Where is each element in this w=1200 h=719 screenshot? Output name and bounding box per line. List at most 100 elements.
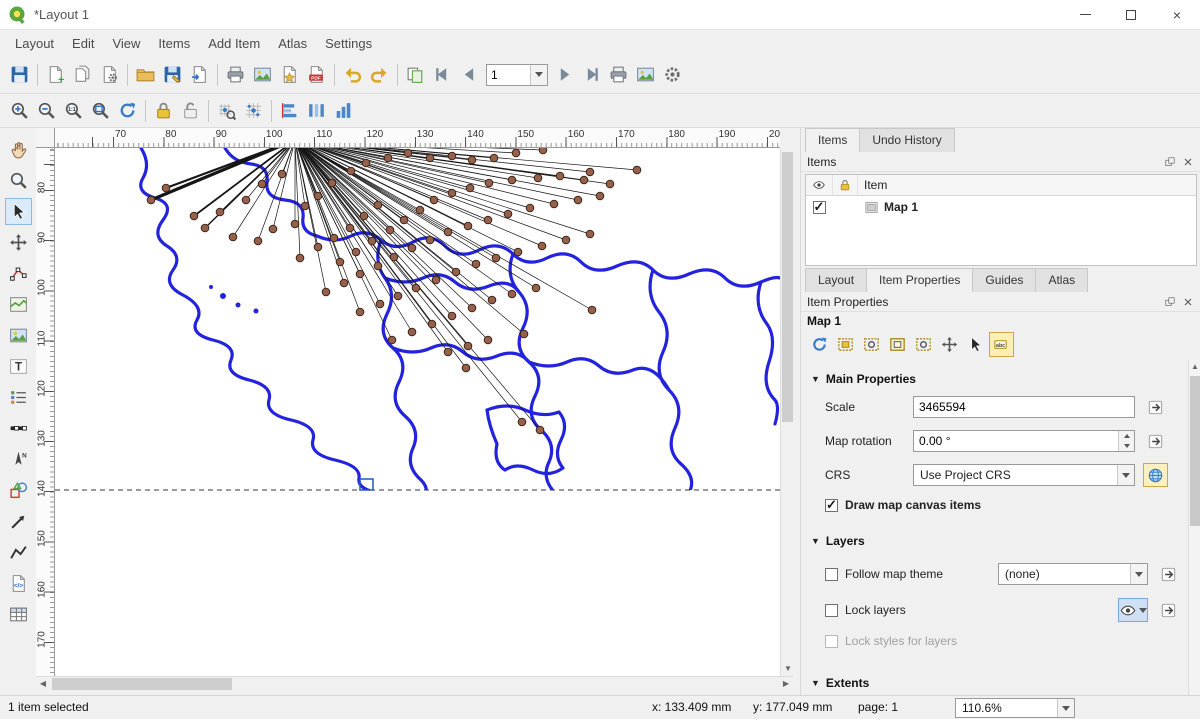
close-button[interactable]: × bbox=[1154, 0, 1200, 29]
last-feature-button[interactable] bbox=[578, 61, 605, 88]
lock-styles-checkbox[interactable] bbox=[825, 635, 838, 648]
add-attribute-table-button[interactable] bbox=[5, 601, 32, 628]
scrollbar-thumb[interactable] bbox=[1190, 376, 1200, 526]
zoom-tool-button[interactable] bbox=[5, 167, 32, 194]
update-map-preview-button[interactable] bbox=[807, 332, 832, 357]
export-as-pdf-button[interactable]: PDF bbox=[303, 61, 330, 88]
items-list-row[interactable]: Map 1 bbox=[806, 196, 1196, 218]
canvas-horizontal-scrollbar[interactable]: ◀ ▶ bbox=[36, 676, 793, 690]
close-panel-button[interactable] bbox=[1180, 294, 1196, 310]
move-map-content-button[interactable] bbox=[937, 332, 962, 357]
dock-tab-undo-history[interactable]: Undo History bbox=[859, 128, 954, 152]
export-as-svg-button[interactable] bbox=[276, 61, 303, 88]
menu-layout[interactable]: Layout bbox=[6, 32, 63, 55]
add-items-from-template-button[interactable] bbox=[132, 61, 159, 88]
add-html-button[interactable]: </> bbox=[5, 570, 32, 597]
add-map-button[interactable] bbox=[5, 291, 32, 318]
minimize-button[interactable] bbox=[1062, 0, 1108, 29]
map-item[interactable] bbox=[55, 148, 780, 676]
export-as-image-button[interactable] bbox=[249, 61, 276, 88]
refresh-view-button[interactable] bbox=[114, 97, 141, 124]
spin-down-button[interactable] bbox=[1119, 441, 1134, 451]
select-crs-button[interactable] bbox=[1143, 463, 1168, 487]
atlas-page-input[interactable] bbox=[487, 68, 530, 82]
save-as-template-button[interactable] bbox=[159, 61, 186, 88]
set-map-canvas-extent-button[interactable] bbox=[833, 332, 858, 357]
scrollbar-thumb[interactable] bbox=[782, 152, 793, 422]
labeling-settings-button[interactable]: abc bbox=[989, 332, 1014, 357]
save-project-button[interactable] bbox=[6, 61, 33, 88]
scale-input[interactable] bbox=[913, 396, 1135, 418]
scroll-up-icon[interactable]: ▲ bbox=[1188, 360, 1200, 374]
visibility-presets-button[interactable] bbox=[1118, 598, 1148, 622]
add-node-item-button[interactable] bbox=[5, 539, 32, 566]
menu-settings[interactable]: Settings bbox=[316, 32, 381, 55]
atlas-settings-button[interactable] bbox=[659, 61, 686, 88]
float-panel-button[interactable] bbox=[1162, 294, 1178, 310]
resize-items-button[interactable] bbox=[330, 97, 357, 124]
layout-canvas[interactable] bbox=[55, 148, 780, 676]
edit-nodes-item-button[interactable] bbox=[5, 260, 32, 287]
scroll-down-icon[interactable]: ▼ bbox=[781, 662, 795, 676]
scroll-right-icon[interactable]: ▶ bbox=[779, 677, 793, 691]
zoom-out-button[interactable] bbox=[33, 97, 60, 124]
select-move-item-button[interactable] bbox=[5, 198, 32, 225]
new-layout-button[interactable]: + bbox=[42, 61, 69, 88]
close-panel-button[interactable] bbox=[1180, 154, 1196, 170]
load-from-template-button[interactable] bbox=[186, 61, 213, 88]
align-items-button[interactable] bbox=[276, 97, 303, 124]
menu-items[interactable]: Items bbox=[149, 32, 199, 55]
maximize-button[interactable] bbox=[1108, 0, 1154, 29]
zoom-full-button[interactable] bbox=[87, 97, 114, 124]
item-visibility-checkbox[interactable] bbox=[813, 201, 826, 214]
properties-scrollbar[interactable]: ▲ bbox=[1188, 360, 1200, 695]
map-theme-combobox[interactable]: (none) bbox=[998, 563, 1148, 585]
section-layers[interactable]: ▼ Layers bbox=[811, 534, 1189, 548]
crs-combobox[interactable]: Use Project CRS bbox=[913, 464, 1135, 486]
interactively-edit-extent-button[interactable] bbox=[963, 332, 988, 357]
print-layout-button[interactable] bbox=[222, 61, 249, 88]
canvas-vertical-scrollbar[interactable]: ▼ bbox=[780, 148, 793, 676]
rotation-data-defined-button[interactable] bbox=[1143, 429, 1168, 453]
first-feature-button[interactable] bbox=[429, 61, 456, 88]
menu-edit[interactable]: Edit bbox=[63, 32, 103, 55]
previous-feature-button[interactable] bbox=[456, 61, 483, 88]
add-scalebar-button[interactable] bbox=[5, 415, 32, 442]
scrollbar-thumb[interactable] bbox=[52, 678, 232, 690]
add-north-arrow-button[interactable]: N bbox=[5, 446, 32, 473]
add-shape-button[interactable] bbox=[5, 477, 32, 504]
dock-tab-items[interactable]: Items bbox=[805, 128, 860, 152]
map-rotation-input[interactable] bbox=[914, 431, 1118, 451]
add-arrow-button[interactable] bbox=[5, 508, 32, 535]
lock-items-button[interactable] bbox=[150, 97, 177, 124]
section-main-properties[interactable]: ▼ Main Properties bbox=[811, 372, 1189, 386]
tab-item-properties[interactable]: Item Properties bbox=[866, 268, 973, 292]
add-legend-button[interactable] bbox=[5, 384, 32, 411]
float-panel-button[interactable] bbox=[1162, 154, 1178, 170]
scroll-left-icon[interactable]: ◀ bbox=[36, 677, 50, 691]
undo-button[interactable] bbox=[339, 61, 366, 88]
theme-data-defined-button[interactable] bbox=[1156, 562, 1181, 586]
show-grid-button[interactable] bbox=[213, 97, 240, 124]
zoom-level-combobox[interactable]: 110.6% bbox=[955, 698, 1075, 718]
move-item-content-button[interactable] bbox=[5, 229, 32, 256]
atlas-page-combo[interactable] bbox=[486, 64, 548, 86]
print-atlas-button[interactable] bbox=[605, 61, 632, 88]
tab-layout[interactable]: Layout bbox=[805, 268, 867, 292]
pan-tool-button[interactable] bbox=[5, 136, 32, 163]
zoom-in-button[interactable] bbox=[6, 97, 33, 124]
snap-to-grid-button[interactable] bbox=[240, 97, 267, 124]
add-label-button[interactable]: T bbox=[5, 353, 32, 380]
zoom-actual-button[interactable]: 1:1 bbox=[60, 97, 87, 124]
map-rotation-spinbox[interactable] bbox=[913, 430, 1135, 452]
lock-layers-data-defined-button[interactable] bbox=[1156, 598, 1181, 622]
view-current-map-scale-button[interactable] bbox=[911, 332, 936, 357]
set-map-scale-button[interactable] bbox=[885, 332, 910, 357]
menu-view[interactable]: View bbox=[103, 32, 149, 55]
duplicate-layout-button[interactable] bbox=[69, 61, 96, 88]
spin-up-button[interactable] bbox=[1119, 431, 1134, 441]
scale-data-defined-button[interactable] bbox=[1143, 395, 1168, 419]
layout-manager-button[interactable] bbox=[96, 61, 123, 88]
distribute-items-button[interactable] bbox=[303, 97, 330, 124]
export-atlas-button[interactable] bbox=[632, 61, 659, 88]
